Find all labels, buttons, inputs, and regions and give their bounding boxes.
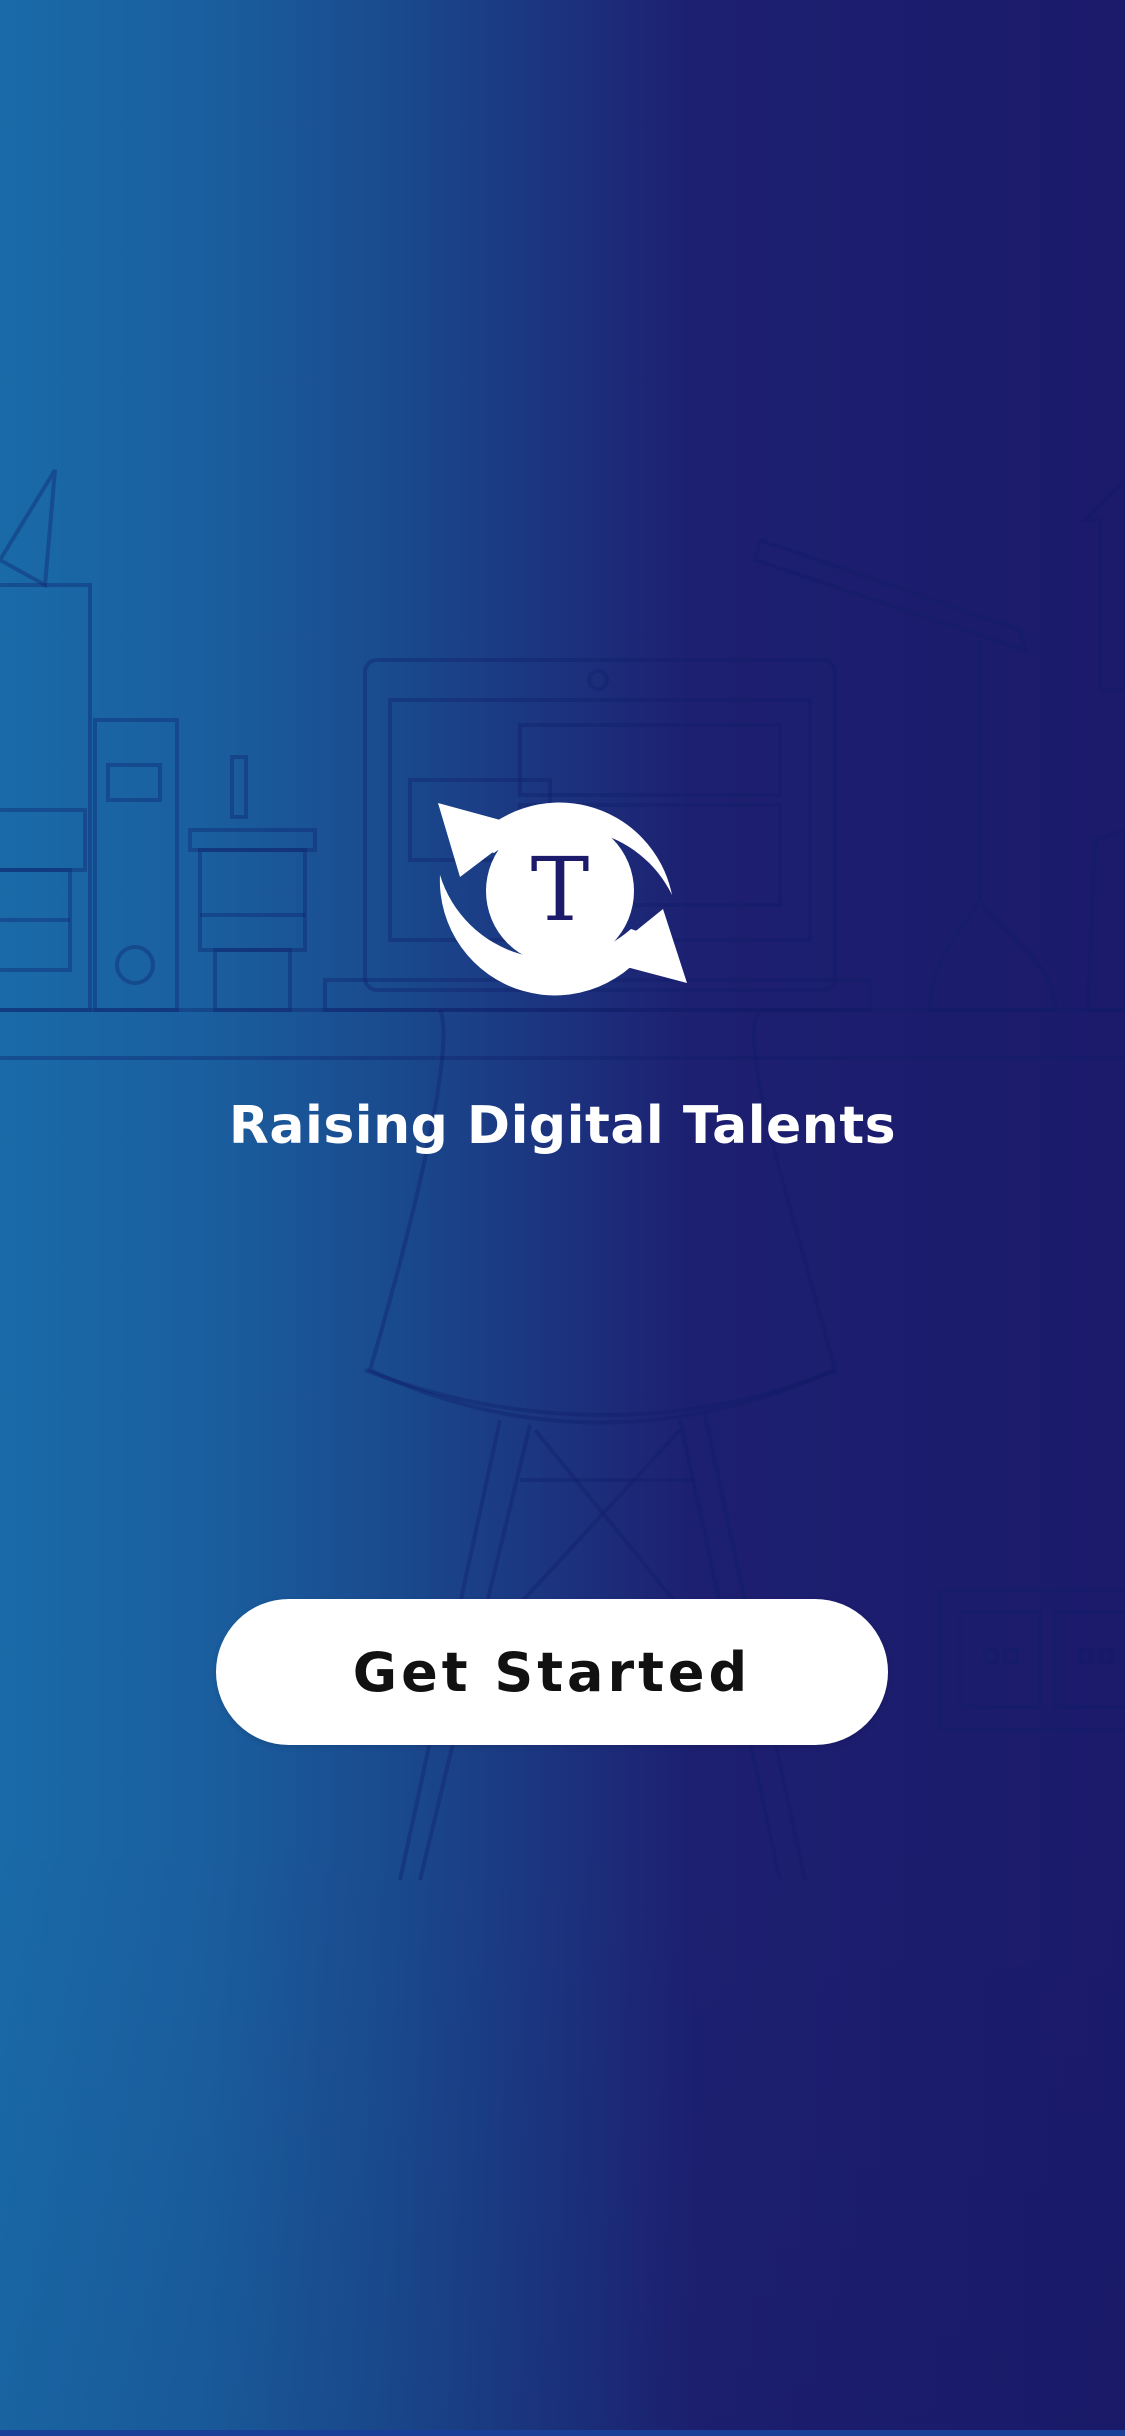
bottom-shade: [0, 1820, 1125, 2436]
shelf-box-left: [0, 585, 90, 1010]
get-started-button[interactable]: Get Started: [216, 1599, 888, 1745]
lamp-decoration: [755, 540, 1025, 650]
refresh-cycle-T-icon: T: [438, 802, 687, 996]
logo-letter: T: [531, 838, 590, 941]
chair-decoration: [370, 1010, 835, 1423]
app-logo: T: [430, 755, 695, 1027]
get-started-label: Get Started: [352, 1640, 752, 1704]
bottom-edge-bar: [0, 2430, 1125, 2436]
tagline: Raising Digital Talents: [228, 1096, 897, 1156]
welcome-screen: T Raising Digital Talents Get Started: [0, 0, 1125, 2436]
house-decoration: [1085, 480, 1125, 690]
windmill-decoration: [0, 470, 55, 585]
jar-decoration: [232, 757, 246, 817]
